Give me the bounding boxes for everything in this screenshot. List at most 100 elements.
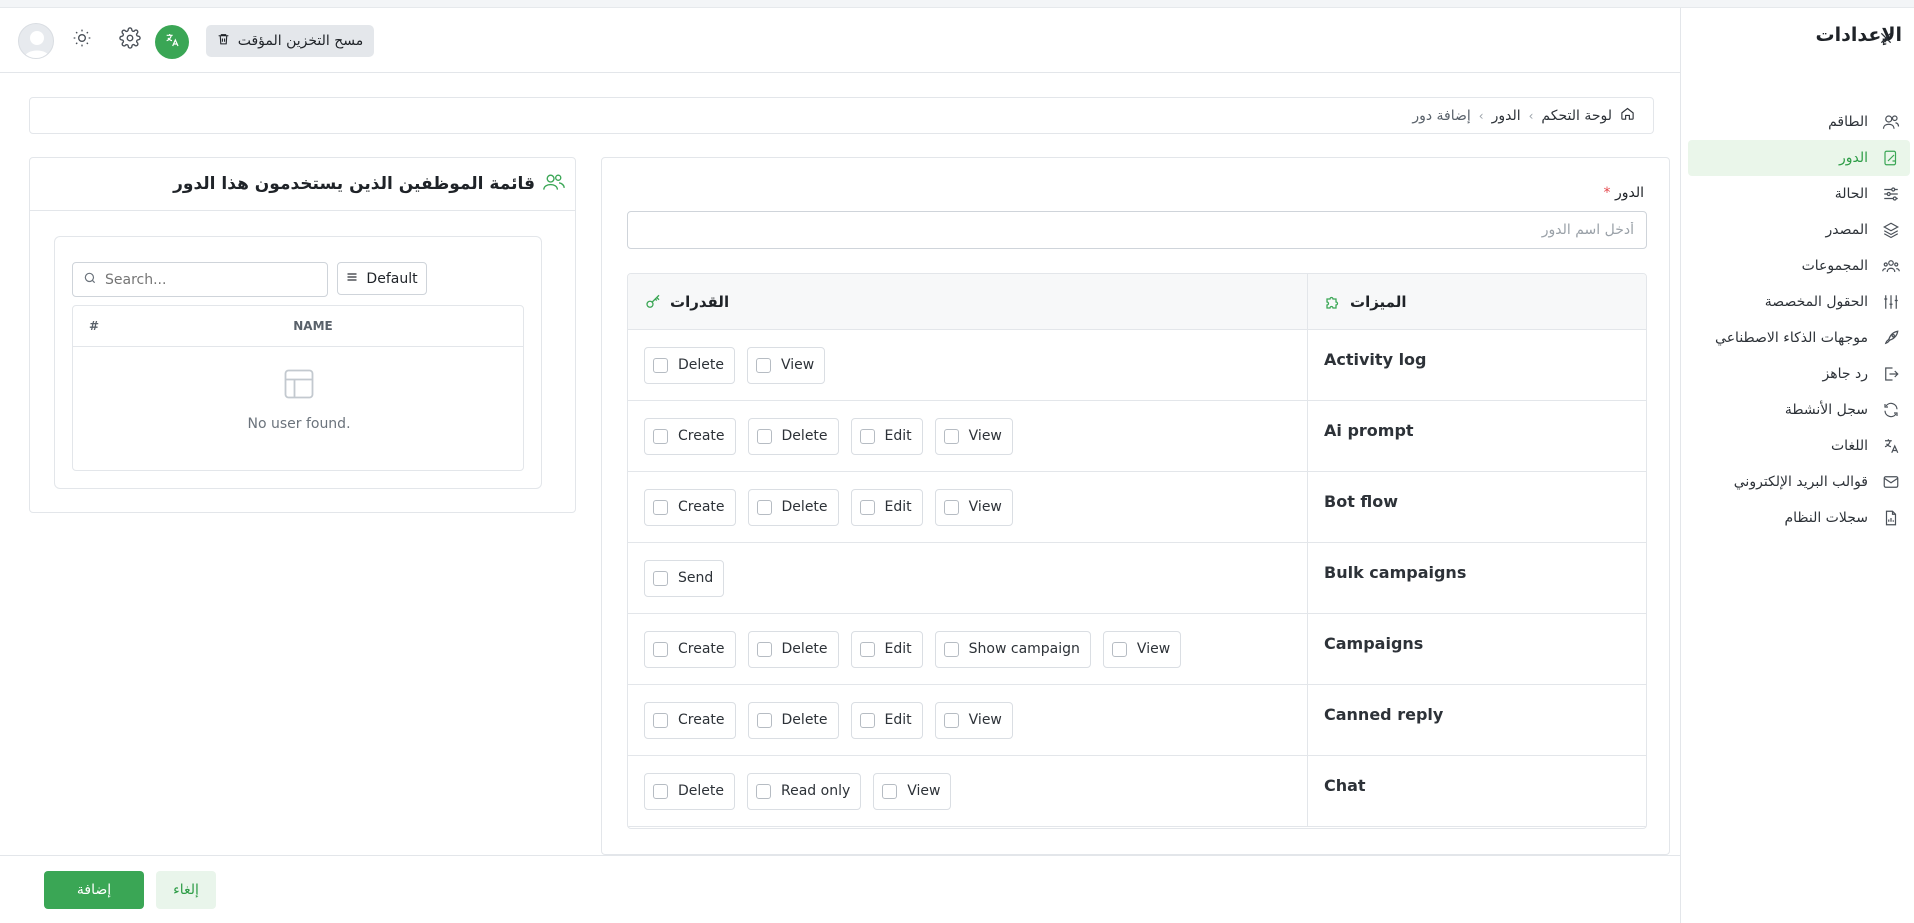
home-icon[interactable] [1620, 106, 1635, 125]
breadcrumb-section[interactable]: الدور [1492, 108, 1521, 124]
checkbox-box[interactable] [653, 357, 668, 373]
capability-checkbox[interactable]: Create [644, 488, 736, 526]
sidebar-item[interactable]: الدور [1688, 140, 1910, 176]
capability-checkbox[interactable]: Delete [644, 346, 735, 384]
capability-checkbox[interactable]: Delete [747, 417, 839, 455]
capabilities-cell: Create Delete Edit View [628, 401, 1308, 471]
capability-checkbox[interactable]: View [934, 701, 1013, 739]
sidebar-item[interactable]: الحالة [1688, 176, 1910, 212]
trash-icon [217, 32, 230, 50]
permissions-table-header: القدرات الميزات [628, 274, 1646, 330]
capability-label: Delete [678, 783, 724, 799]
users-icon [1882, 113, 1900, 131]
search-input[interactable] [105, 271, 305, 288]
capabilities-header: القدرات [628, 274, 1308, 329]
capability-checkbox[interactable]: View [1102, 630, 1182, 668]
search-icon [83, 271, 97, 289]
sidebar-item-label: سجل الأنشطة [1784, 402, 1868, 418]
sidebar-item[interactable]: اللغات [1688, 428, 1910, 464]
checkbox-box[interactable] [653, 712, 668, 728]
feature-name: Campaigns [1324, 634, 1424, 653]
capability-label: Edit [884, 499, 912, 515]
capability-checkbox[interactable]: View [873, 772, 952, 810]
capability-checkbox[interactable]: Create [644, 630, 736, 668]
sidebar-header: الإعدادات [1681, 8, 1914, 68]
checkbox-box[interactable] [943, 712, 959, 728]
sidebar-item[interactable]: موجهات الذكاء الاصطناعي [1688, 320, 1910, 356]
capability-checkbox[interactable]: Edit [850, 630, 923, 668]
default-sort-button[interactable]: Default [337, 262, 427, 295]
checkbox-box[interactable] [943, 428, 959, 444]
required-mark: * [1603, 185, 1611, 201]
clear-cache-button[interactable]: مسح التخزين المؤقت [206, 25, 374, 57]
sidebar-item[interactable]: سجلات النظام [1688, 500, 1910, 536]
sidebar-menu: الطاقم الدور الحالة المصدر المجموعات الحقول ا… [1680, 104, 1914, 536]
group-icon [1882, 257, 1900, 275]
capability-checkbox[interactable]: Send [644, 559, 725, 597]
sidebar-item[interactable]: رد جاهز [1688, 356, 1910, 392]
checkbox-box[interactable] [859, 712, 875, 728]
capability-label: View [781, 357, 815, 373]
checkbox-box[interactable] [653, 428, 668, 444]
refresh-icon [1882, 401, 1900, 419]
capability-checkbox[interactable]: Delete [644, 772, 735, 810]
sliders-icon [1882, 185, 1900, 203]
checkbox-box[interactable] [859, 499, 875, 515]
capability-checkbox[interactable]: Create [644, 701, 736, 739]
capability-label: Create [678, 428, 725, 444]
sidebar-item[interactable]: قوالب البريد الإلكتروني [1688, 464, 1910, 500]
capability-checkbox[interactable]: View [934, 417, 1013, 455]
settings-button[interactable] [118, 27, 142, 52]
capability-checkbox[interactable]: Edit [850, 701, 923, 739]
capabilities-cell: Send [628, 543, 1308, 613]
checkbox-box[interactable] [859, 641, 875, 657]
capability-checkbox[interactable]: Show campaign [934, 630, 1091, 668]
sidebar-item[interactable]: سجل الأنشطة [1688, 392, 1910, 428]
capability-checkbox[interactable]: Delete [747, 630, 839, 668]
checkbox-box[interactable] [756, 641, 772, 657]
checkbox-box[interactable] [756, 357, 771, 373]
sidebar-item[interactable]: المصدر [1688, 212, 1910, 248]
cancel-button[interactable]: إلغاء [156, 871, 216, 909]
checkbox-box[interactable] [756, 783, 771, 799]
capability-checkbox[interactable]: Edit [850, 417, 923, 455]
role-name-input[interactable] [627, 211, 1647, 249]
checkbox-box[interactable] [653, 641, 668, 657]
capability-checkbox[interactable]: Create [644, 417, 736, 455]
capability-label: View [968, 499, 1002, 515]
checkbox-box[interactable] [943, 641, 959, 657]
breadcrumb-home[interactable]: لوحة التحكم [1541, 108, 1612, 124]
permission-row: Send Bulk campaigns [628, 543, 1646, 614]
checkbox-box[interactable] [756, 712, 772, 728]
avatar[interactable] [18, 23, 54, 59]
checkbox-box[interactable] [756, 499, 772, 515]
add-button[interactable]: إضافة [44, 871, 144, 909]
close-icon[interactable] [1878, 30, 1896, 48]
capability-checkbox[interactable]: View [934, 488, 1013, 526]
capability-checkbox[interactable]: View [747, 346, 826, 384]
checkbox-box[interactable] [653, 570, 668, 586]
capability-label: Delete [678, 357, 724, 373]
capability-checkbox[interactable]: Delete [747, 488, 839, 526]
language-button[interactable] [155, 25, 189, 59]
sidebar-item[interactable]: الحقول المخصصة [1688, 284, 1910, 320]
capability-label: View [968, 428, 1002, 444]
search-box[interactable] [72, 262, 328, 297]
capability-checkbox[interactable]: Read only [747, 772, 862, 810]
checkbox-box[interactable] [882, 783, 898, 799]
checkbox-box[interactable] [1111, 641, 1127, 657]
checkbox-box[interactable] [756, 428, 772, 444]
checkbox-box[interactable] [859, 428, 875, 444]
capability-checkbox[interactable]: Delete [747, 701, 839, 739]
checkbox-box[interactable] [653, 783, 668, 799]
checkbox-box[interactable] [653, 499, 668, 515]
theme-toggle-button[interactable] [70, 28, 94, 52]
top-strip [0, 0, 1914, 8]
file-chart-icon [1882, 509, 1900, 527]
sidebar-item[interactable]: المجموعات [1688, 248, 1910, 284]
checkbox-box[interactable] [943, 499, 959, 515]
sidebar-item[interactable]: الطاقم [1688, 104, 1910, 140]
capability-checkbox[interactable]: Edit [850, 488, 923, 526]
users-card-header: قائمة الموظفين الذين يستخدمون هذا الدور [30, 158, 575, 211]
capability-label: Show campaign [968, 641, 1080, 657]
